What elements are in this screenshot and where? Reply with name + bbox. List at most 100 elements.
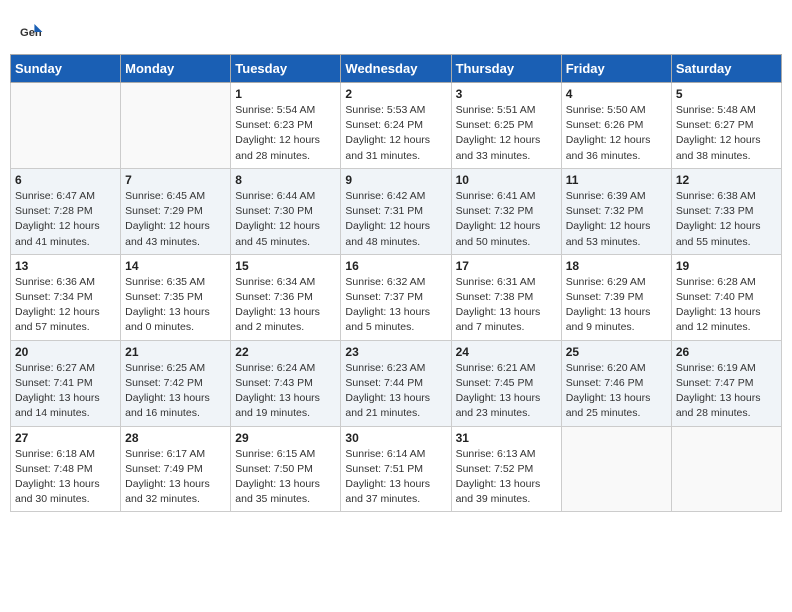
calendar-cell xyxy=(561,426,671,512)
day-number: 18 xyxy=(566,259,667,273)
calendar-cell: 4 Sunrise: 5:50 AMSunset: 6:26 PMDaylight… xyxy=(561,83,671,169)
calendar-cell: 30 Sunrise: 6:14 AMSunset: 7:51 PMDayligh… xyxy=(341,426,451,512)
day-number: 7 xyxy=(125,173,226,187)
day-of-week-header: Tuesday xyxy=(231,55,341,83)
day-info: Sunrise: 6:42 AMSunset: 7:31 PMDaylight:… xyxy=(345,189,446,250)
day-info: Sunrise: 6:31 AMSunset: 7:38 PMDaylight:… xyxy=(456,275,557,336)
day-number: 8 xyxy=(235,173,336,187)
day-info: Sunrise: 6:34 AMSunset: 7:36 PMDaylight:… xyxy=(235,275,336,336)
day-info: Sunrise: 6:19 AMSunset: 7:47 PMDaylight:… xyxy=(676,361,777,422)
calendar-cell: 26 Sunrise: 6:19 AMSunset: 7:47 PMDayligh… xyxy=(671,340,781,426)
day-of-week-header: Thursday xyxy=(451,55,561,83)
day-number: 25 xyxy=(566,345,667,359)
calendar-cell: 3 Sunrise: 5:51 AMSunset: 6:25 PMDaylight… xyxy=(451,83,561,169)
calendar-header-row: SundayMondayTuesdayWednesdayThursdayFrid… xyxy=(11,55,782,83)
calendar-cell: 8 Sunrise: 6:44 AMSunset: 7:30 PMDaylight… xyxy=(231,168,341,254)
day-number: 2 xyxy=(345,87,446,101)
calendar-cell: 28 Sunrise: 6:17 AMSunset: 7:49 PMDayligh… xyxy=(121,426,231,512)
day-number: 26 xyxy=(676,345,777,359)
calendar-cell: 22 Sunrise: 6:24 AMSunset: 7:43 PMDayligh… xyxy=(231,340,341,426)
calendar-cell xyxy=(11,83,121,169)
calendar-cell: 2Sunrise: 5:53 AMSunset: 6:24 PMDaylight… xyxy=(341,83,451,169)
day-info: Sunrise: 5:48 AMSunset: 6:27 PMDaylight:… xyxy=(676,103,777,164)
day-number: 17 xyxy=(456,259,557,273)
day-info: Sunrise: 6:18 AMSunset: 7:48 PMDaylight:… xyxy=(15,447,116,508)
day-of-week-header: Saturday xyxy=(671,55,781,83)
day-info: Sunrise: 6:24 AMSunset: 7:43 PMDaylight:… xyxy=(235,361,336,422)
day-info: Sunrise: 6:28 AMSunset: 7:40 PMDaylight:… xyxy=(676,275,777,336)
day-number: 5 xyxy=(676,87,777,101)
calendar-week-row: 13Sunrise: 6:36 AMSunset: 7:34 PMDayligh… xyxy=(11,254,782,340)
day-number: 30 xyxy=(345,431,446,445)
calendar-week-row: 20 Sunrise: 6:27 AMSunset: 7:41 PMDayligh… xyxy=(11,340,782,426)
day-info: Sunrise: 6:15 AMSunset: 7:50 PMDaylight:… xyxy=(235,447,336,508)
day-number: 22 xyxy=(235,345,336,359)
day-number: 10 xyxy=(456,173,557,187)
calendar-cell: 1 Sunrise: 5:54 AMSunset: 6:23 PMDaylight… xyxy=(231,83,341,169)
day-info: Sunrise: 6:32 AMSunset: 7:37 PMDaylight:… xyxy=(345,275,446,336)
calendar-cell: 17 Sunrise: 6:31 AMSunset: 7:38 PMDayligh… xyxy=(451,254,561,340)
calendar-week-row: 1 Sunrise: 5:54 AMSunset: 6:23 PMDaylight… xyxy=(11,83,782,169)
day-number: 16 xyxy=(345,259,446,273)
calendar-cell: 29 Sunrise: 6:15 AMSunset: 7:50 PMDayligh… xyxy=(231,426,341,512)
day-info: Sunrise: 6:44 AMSunset: 7:30 PMDaylight:… xyxy=(235,189,336,250)
day-info: Sunrise: 5:54 AMSunset: 6:23 PMDaylight:… xyxy=(235,103,336,164)
day-number: 31 xyxy=(456,431,557,445)
day-number: 14 xyxy=(125,259,226,273)
day-number: 29 xyxy=(235,431,336,445)
calendar-cell: 21 Sunrise: 6:25 AMSunset: 7:42 PMDayligh… xyxy=(121,340,231,426)
day-of-week-header: Wednesday xyxy=(341,55,451,83)
logo: Gen xyxy=(20,20,46,44)
calendar-cell: 19 Sunrise: 6:28 AMSunset: 7:40 PMDayligh… xyxy=(671,254,781,340)
day-number: 11 xyxy=(566,173,667,187)
logo-icon: Gen xyxy=(20,20,44,44)
day-number: 4 xyxy=(566,87,667,101)
calendar: SundayMondayTuesdayWednesdayThursdayFrid… xyxy=(10,54,782,512)
day-info: Sunrise: 6:17 AMSunset: 7:49 PMDaylight:… xyxy=(125,447,226,508)
day-info: Sunrise: 6:21 AMSunset: 7:45 PMDaylight:… xyxy=(456,361,557,422)
calendar-week-row: 27 Sunrise: 6:18 AMSunset: 7:48 PMDayligh… xyxy=(11,426,782,512)
day-number: 20 xyxy=(15,345,116,359)
day-info: Sunrise: 6:13 AMSunset: 7:52 PMDaylight:… xyxy=(456,447,557,508)
calendar-cell: 23 Sunrise: 6:23 AMSunset: 7:44 PMDayligh… xyxy=(341,340,451,426)
day-of-week-header: Sunday xyxy=(11,55,121,83)
day-number: 1 xyxy=(235,87,336,101)
day-number: 21 xyxy=(125,345,226,359)
day-number: 24 xyxy=(456,345,557,359)
calendar-cell: 27 Sunrise: 6:18 AMSunset: 7:48 PMDayligh… xyxy=(11,426,121,512)
day-number: 15 xyxy=(235,259,336,273)
day-number: 23 xyxy=(345,345,446,359)
day-info: Sunrise: 6:45 AMSunset: 7:29 PMDaylight:… xyxy=(125,189,226,250)
day-info: Sunrise: 6:20 AMSunset: 7:46 PMDaylight:… xyxy=(566,361,667,422)
calendar-cell: 11 Sunrise: 6:39 AMSunset: 7:32 PMDayligh… xyxy=(561,168,671,254)
day-of-week-header: Friday xyxy=(561,55,671,83)
day-info: Sunrise: 6:35 AMSunset: 7:35 PMDaylight:… xyxy=(125,275,226,336)
day-number: 19 xyxy=(676,259,777,273)
calendar-cell: 10 Sunrise: 6:41 AMSunset: 7:32 PMDayligh… xyxy=(451,168,561,254)
day-number: 3 xyxy=(456,87,557,101)
day-number: 28 xyxy=(125,431,226,445)
day-number: 12 xyxy=(676,173,777,187)
day-info: Sunrise: 6:41 AMSunset: 7:32 PMDaylight:… xyxy=(456,189,557,250)
day-info: Sunrise: 6:39 AMSunset: 7:32 PMDaylight:… xyxy=(566,189,667,250)
day-info: Sunrise: 6:23 AMSunset: 7:44 PMDaylight:… xyxy=(345,361,446,422)
page-header: Gen xyxy=(10,10,782,49)
day-info: Sunrise: 6:36 AMSunset: 7:34 PMDaylight:… xyxy=(15,275,116,336)
calendar-cell xyxy=(671,426,781,512)
day-of-week-header: Monday xyxy=(121,55,231,83)
day-number: 9 xyxy=(345,173,446,187)
day-info: Sunrise: 6:27 AMSunset: 7:41 PMDaylight:… xyxy=(15,361,116,422)
day-info: Sunrise: 6:14 AMSunset: 7:51 PMDaylight:… xyxy=(345,447,446,508)
day-number: 27 xyxy=(15,431,116,445)
calendar-week-row: 6Sunrise: 6:47 AMSunset: 7:28 PMDaylight… xyxy=(11,168,782,254)
calendar-cell: 5 Sunrise: 5:48 AMSunset: 6:27 PMDaylight… xyxy=(671,83,781,169)
day-info: Sunrise: 6:25 AMSunset: 7:42 PMDaylight:… xyxy=(125,361,226,422)
day-info: Sunrise: 5:50 AMSunset: 6:26 PMDaylight:… xyxy=(566,103,667,164)
calendar-cell: 16 Sunrise: 6:32 AMSunset: 7:37 PMDayligh… xyxy=(341,254,451,340)
calendar-cell: 25 Sunrise: 6:20 AMSunset: 7:46 PMDayligh… xyxy=(561,340,671,426)
calendar-cell: 6Sunrise: 6:47 AMSunset: 7:28 PMDaylight… xyxy=(11,168,121,254)
day-info: Sunrise: 5:51 AMSunset: 6:25 PMDaylight:… xyxy=(456,103,557,164)
calendar-cell: 12Sunrise: 6:38 AMSunset: 7:33 PMDayligh… xyxy=(671,168,781,254)
calendar-cell: 18Sunrise: 6:29 AMSunset: 7:39 PMDayligh… xyxy=(561,254,671,340)
calendar-cell: 9 Sunrise: 6:42 AMSunset: 7:31 PMDaylight… xyxy=(341,168,451,254)
